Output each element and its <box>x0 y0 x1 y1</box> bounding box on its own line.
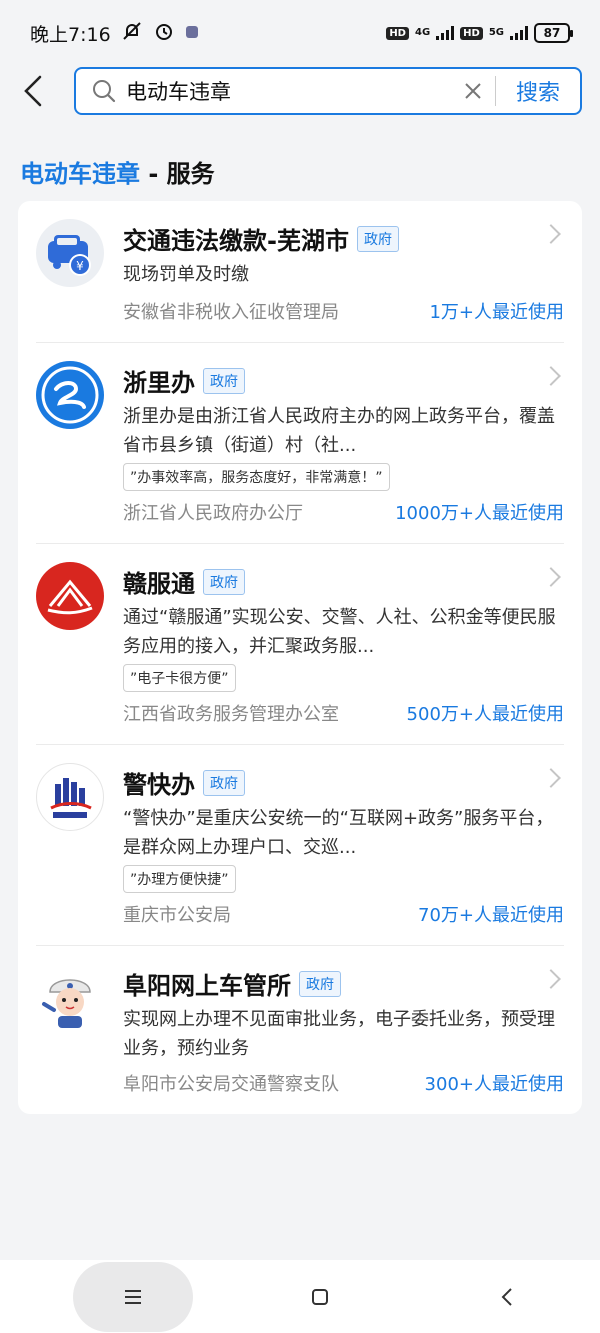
result-org: 安徽省非税收入征收管理局 <box>123 302 339 323</box>
result-title: 交通违法缴款-芜湖市 <box>123 227 349 255</box>
back-arrow-icon <box>24 75 42 107</box>
signal-icon-2 <box>510 26 528 40</box>
battery-level: 87 <box>543 26 561 40</box>
network-4g: 4G <box>415 28 430 38</box>
system-nav-bar <box>0 1260 600 1333</box>
result-usage: 1000万+人最近使用 <box>395 503 564 524</box>
result-title-row: 警快办 政府 <box>123 765 245 800</box>
gov-tag: 政府 <box>203 769 245 796</box>
close-icon <box>465 83 481 99</box>
status-time: 晚上7:16 <box>30 23 111 46</box>
police-cartoon-logo <box>36 964 104 1032</box>
result-desc: “警快办”是重庆公安统一的“互联网+政务”服务平台，是群众网上办理户口、交巡..… <box>123 808 554 858</box>
result-quote: ”电子卡很方便” <box>123 664 236 692</box>
clear-button[interactable] <box>451 69 495 113</box>
chevron-right-icon <box>541 969 561 989</box>
network-5g: 5G <box>489 28 504 38</box>
signal-icon <box>436 26 455 40</box>
gov-tag: 政府 <box>299 970 341 997</box>
result-desc: 浙里办是由浙江省人民政府主办的网上政务平台，覆盖省市县乡镇（街道）村（社... <box>123 406 555 456</box>
result-desc: 实现网上办理不见面审批业务，电子委托业务，预受理业务，预约业务 <box>123 1009 555 1059</box>
hd-badge: HD <box>386 26 409 40</box>
chevron-right-icon <box>541 224 561 244</box>
hd-badge-2: HD <box>460 26 483 40</box>
recent-apps-button[interactable] <box>73 1261 194 1332</box>
status-bar: 晚上7:16 HD 4G HD 5G 87 <box>0 0 600 66</box>
result-title: 浙里办 <box>123 369 195 397</box>
search-icon <box>93 80 116 103</box>
result-usage: 70万+人最近使用 <box>418 905 564 926</box>
battery-icon: 87 <box>534 23 573 43</box>
search-input[interactable] <box>126 79 451 103</box>
network-4g-label: 4G <box>414 27 431 38</box>
nav-back-button[interactable] <box>447 1262 567 1332</box>
result-org: 浙江省人民政府办公厅 <box>123 503 303 524</box>
svg-text:¥: ¥ <box>76 259 84 273</box>
result-item[interactable]: 浙里办 政府 浙里办是由浙江省人民政府主办的网上政务平台，覆盖省市县乡镇（街道）… <box>18 343 582 544</box>
search-box[interactable]: 搜索 <box>74 67 582 115</box>
status-right: HD 4G HD 5G 87 <box>386 23 573 43</box>
search-button[interactable]: 搜索 <box>496 75 580 107</box>
mute-alarm-icon <box>121 20 143 47</box>
result-usage: 1万+人最近使用 <box>429 302 564 323</box>
status-left: 晚上7:16 <box>30 20 199 47</box>
alarm-icon <box>153 20 175 47</box>
result-title: 阜阳网上车管所 <box>123 972 291 1000</box>
result-title-row: 交通违法缴款-芜湖市 政府 <box>123 221 399 256</box>
search-row: 搜索 <box>0 66 600 116</box>
ganfutong-logo <box>36 562 104 630</box>
result-usage: 500万+人最近使用 <box>406 704 564 725</box>
back-button[interactable] <box>22 66 66 116</box>
result-quote: ”办事效率高，服务态度好，非常满意！” <box>123 463 390 491</box>
chevron-right-icon <box>541 366 561 386</box>
result-usage: 300+人最近使用 <box>424 1074 564 1095</box>
result-item[interactable]: 警快办 政府 “警快办”是重庆公安统一的“互联网+政务”服务平台，是群众网上办理… <box>18 745 582 946</box>
menu-icon <box>125 1289 142 1304</box>
result-quote: ”办理方便快捷” <box>123 865 236 893</box>
jingkuaiban-logo <box>36 763 104 831</box>
result-org: 重庆市公安局 <box>123 905 231 926</box>
result-title: 警快办 <box>123 771 195 799</box>
result-title-row: 阜阳网上车管所 政府 <box>123 966 341 1001</box>
result-desc: 现场罚单及时缴 <box>123 264 249 285</box>
result-title-row: 赣服通 政府 <box>123 564 245 599</box>
result-item[interactable]: ¥ 交通违法缴款-芜湖市 政府 现场罚单及时缴 安徽省非税收入征收管理局 1万+… <box>18 201 582 343</box>
result-org: 阜阳市公安局交通警察支队 <box>123 1074 339 1095</box>
result-desc: 通过“赣服通”实现公安、交警、人社、公积金等便民服务应用的接入，并汇聚政务服..… <box>123 607 556 657</box>
section-keyword: 电动车违章 <box>20 160 140 188</box>
result-item[interactable]: 阜阳网上车管所 政府 实现网上办理不见面审批业务，电子委托业务，预受理业务，预约… <box>18 946 582 1114</box>
zheliban-logo <box>36 361 104 429</box>
back-chevron-icon <box>501 1287 512 1306</box>
gov-tag: 政府 <box>203 568 245 595</box>
results-card: ¥ 交通违法缴款-芜湖市 政府 现场罚单及时缴 安徽省非税收入征收管理局 1万+… <box>18 201 582 1114</box>
chevron-right-icon <box>541 768 561 788</box>
app-notification-icon <box>185 22 199 44</box>
section-title: 电动车违章 - 服务 <box>20 154 600 188</box>
result-org: 江西省政务服务管理办公室 <box>123 704 339 725</box>
gov-tag: 政府 <box>203 367 245 394</box>
network-5g-label: 5G <box>488 27 504 38</box>
car-yen-icon: ¥ <box>36 219 104 287</box>
gov-tag: 政府 <box>356 225 399 252</box>
home-button[interactable] <box>260 1262 380 1332</box>
section-suffix: - 服务 <box>140 160 215 188</box>
result-item[interactable]: 赣服通 政府 通过“赣服通”实现公安、交警、人社、公积金等便民服务应用的接入，并… <box>18 544 582 745</box>
result-title-row: 浙里办 政府 <box>123 363 245 398</box>
result-title: 赣服通 <box>123 570 195 598</box>
chevron-right-icon <box>541 567 561 587</box>
home-square-icon <box>311 1288 328 1305</box>
